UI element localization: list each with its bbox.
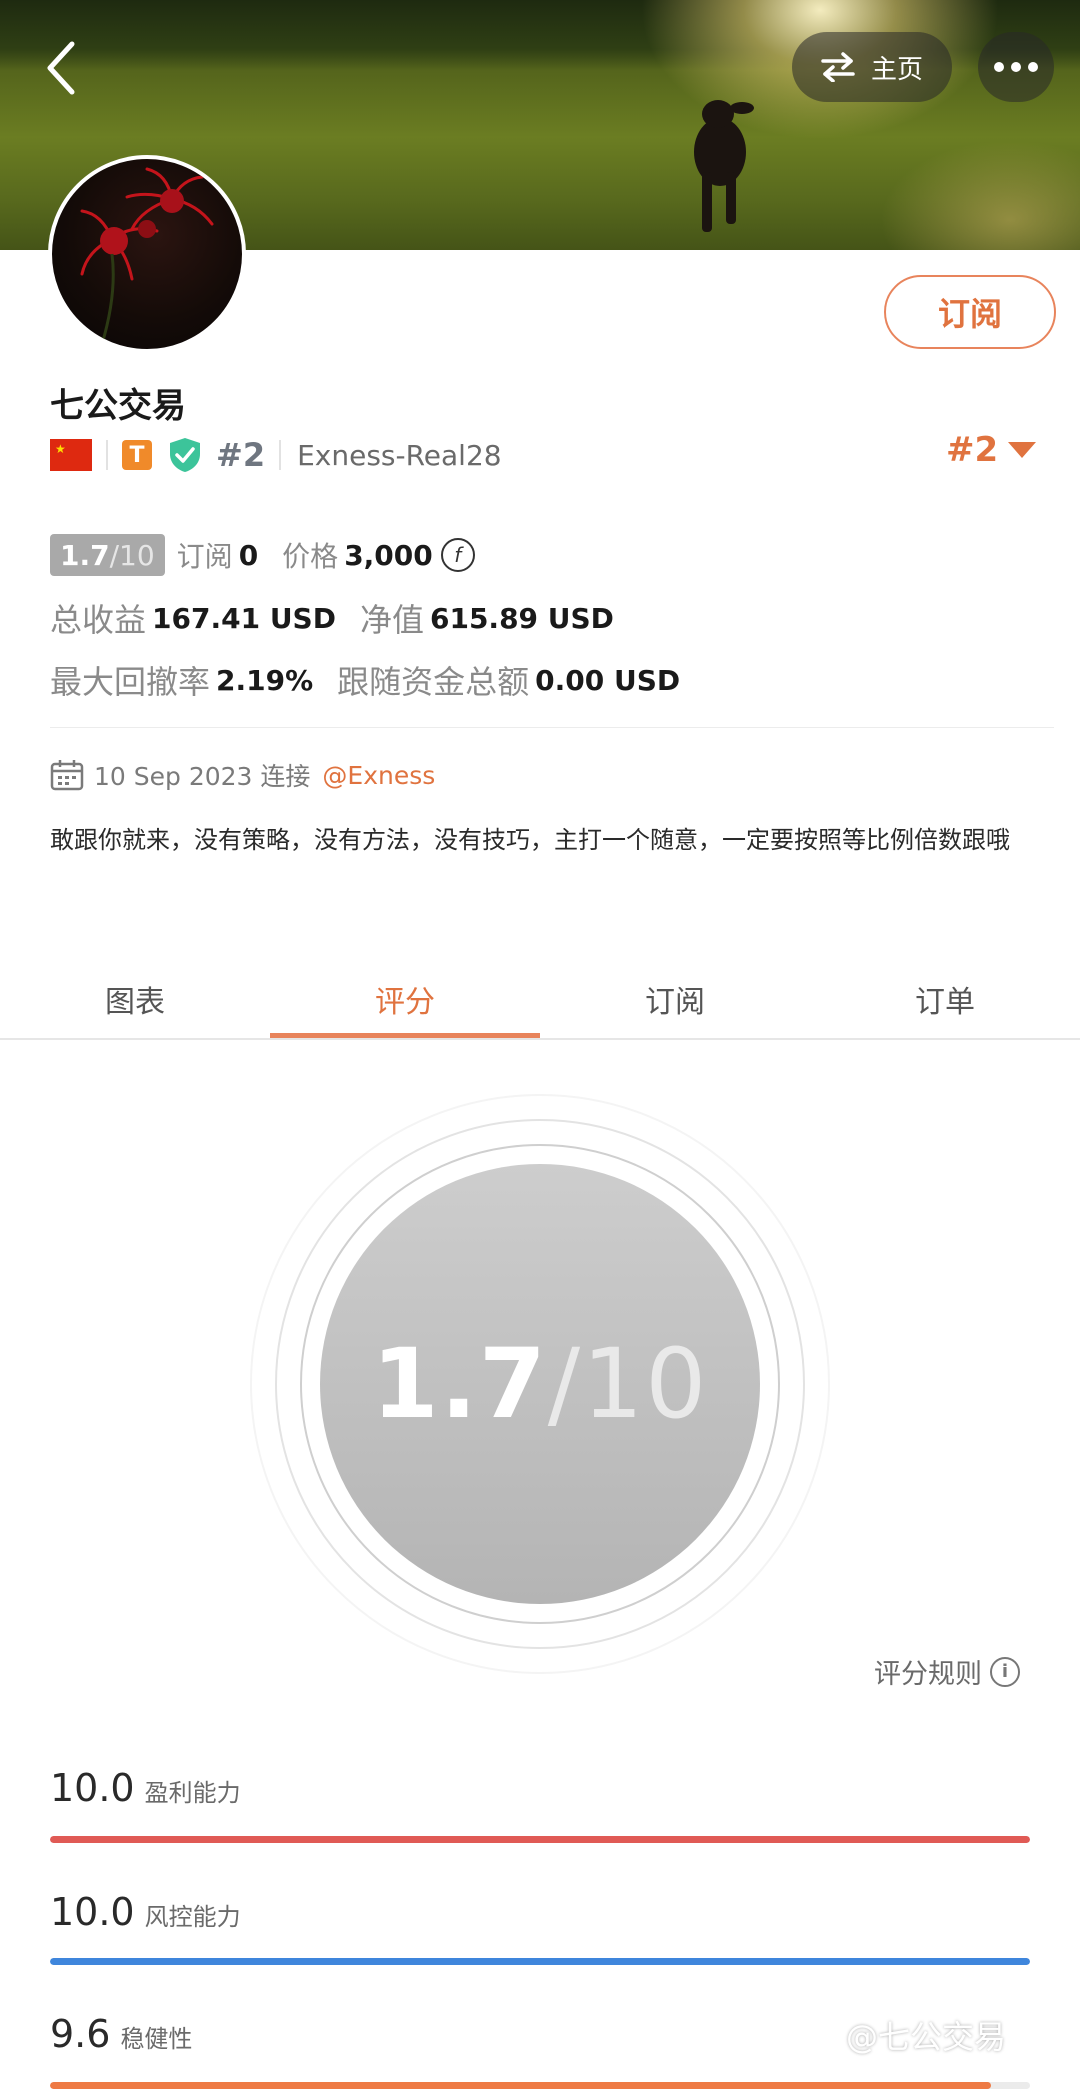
tab-chart[interactable]: 图表 (0, 960, 270, 1038)
section-divider (50, 727, 1054, 728)
score-badge-num: 1.7 (60, 538, 110, 572)
stats-row-3: 最大回撤率 2.19% 跟随资金总额 0.00 USD (50, 658, 704, 702)
tab-subscribe[interactable]: 订阅 (540, 960, 810, 1038)
price-value: 3,000 (344, 538, 433, 572)
more-dot-icon (1011, 62, 1021, 72)
rating-rules-link[interactable]: 评分规则 i (874, 1652, 1020, 1691)
score-circle: 1.7/10 (320, 1164, 760, 1604)
broker-link[interactable]: @Exness (322, 761, 435, 790)
total-profit-value: 167.41 USD (152, 601, 336, 635)
follow-funds-value: 0.00 USD (535, 663, 681, 697)
switch-arrows-icon (821, 52, 855, 82)
calendar-icon (50, 760, 84, 791)
subs-label: 订阅 (176, 540, 233, 573)
score-badge: 1.7/10 (50, 534, 165, 576)
tab-orders[interactable]: 订单 (810, 960, 1080, 1038)
chevron-left-icon (47, 41, 75, 95)
rating-rules-label: 评分规则 (874, 1659, 982, 1690)
more-dot-icon (994, 62, 1004, 72)
price-label: 价格 (282, 540, 339, 573)
trader-name: 七公交易 (50, 386, 186, 426)
score-badge-den: /10 (109, 538, 155, 572)
tab-divider (0, 1038, 1080, 1040)
big-score-num: 1.7 (371, 1328, 548, 1440)
coin-icon: f (440, 538, 475, 572)
connect-date: 10 Sep 2023 连接 (94, 762, 311, 791)
max-drawdown-label: 最大回撤率 (50, 663, 211, 701)
tab-rating[interactable]: 评分 (270, 960, 540, 1038)
stats-row-1: 1.7/10 订阅 0 价格 3,000 f (50, 534, 475, 576)
banner-path (880, 140, 1080, 250)
metric-label: 稳健性 (120, 2025, 193, 2053)
home-button[interactable]: 主页 (792, 32, 952, 102)
rank-dropdown[interactable]: #2 (946, 430, 1037, 470)
connect-row: 10 Sep 2023 连接 @Exness (50, 756, 435, 794)
rank-inline: #2 (216, 436, 266, 474)
equity-value: 615.89 USD (429, 601, 614, 635)
metric-bar-fill (50, 1958, 1030, 1965)
home-label: 主页 (870, 54, 923, 85)
subs-value: 0 (238, 538, 259, 572)
big-score: 1.7/10 (372, 1328, 709, 1440)
metric-bar-fill (50, 1836, 1030, 1843)
dog-silhouette (694, 100, 754, 232)
metric-value: 9.6 (50, 2012, 111, 2056)
stats-row-2: 总收益 167.41 USD 净值 615.89 USD (50, 596, 638, 640)
china-flag-icon: ★ (50, 439, 92, 471)
bio-text: 敢跟你就来，没有策略，没有方法，没有技巧，主打一个随意，一定要按照等比例倍数跟哦 (50, 826, 1010, 854)
tab-bar: 图表 评分 订阅 订单 (0, 960, 1080, 1038)
server-name: Exness-Real28 (297, 438, 502, 472)
divider (279, 440, 282, 470)
metric-bar-track (50, 1958, 1030, 1965)
metric-value: 10.0 (50, 1766, 135, 1810)
badge-row: ★ T #2 Exness-Real28 (50, 434, 502, 476)
red-flower-image (80, 167, 214, 345)
subscribe-button[interactable]: 订阅 (884, 275, 1056, 349)
total-profit-label: 总收益 (50, 601, 147, 639)
verified-shield-icon (170, 438, 200, 472)
equity-label: 净值 (359, 601, 424, 639)
rank-dropdown-label: #2 (946, 430, 999, 470)
max-drawdown-value: 2.19% (216, 663, 314, 697)
metric-profitability: 10.0 盈利能力 (50, 1766, 1030, 1843)
back-button[interactable] (38, 38, 88, 98)
metric-label: 盈利能力 (144, 1779, 241, 1807)
more-dot-icon (1028, 62, 1038, 72)
metric-risk-control: 10.0 风控能力 (50, 1890, 1030, 1965)
metric-bar-track (50, 1836, 1030, 1843)
divider (106, 440, 108, 470)
info-icon: i (990, 1656, 1020, 1687)
metric-value: 10.0 (50, 1890, 135, 1934)
metric-bar-track (50, 2082, 1030, 2089)
more-button[interactable] (978, 32, 1054, 102)
follow-funds-label: 跟随资金总额 (337, 663, 530, 701)
avatar[interactable] (48, 155, 246, 353)
big-score-den: /10 (547, 1328, 709, 1440)
caret-down-icon (1008, 442, 1037, 458)
watermark: @七公交易 (846, 2018, 1007, 2056)
metric-label: 风控能力 (144, 1903, 241, 1931)
metric-bar-fill (50, 2082, 991, 2089)
t-badge-icon: T (122, 440, 152, 470)
